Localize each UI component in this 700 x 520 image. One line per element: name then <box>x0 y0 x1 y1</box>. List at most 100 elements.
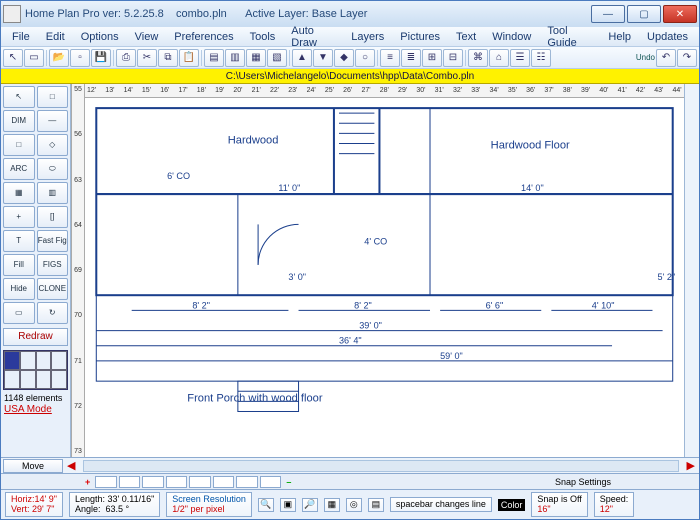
ltool-arc[interactable]: ARC <box>3 158 35 180</box>
ltool-19[interactable]: ▭ <box>3 302 35 324</box>
menu-layers[interactable]: Layers <box>344 30 391 44</box>
ltool-fill[interactable]: Fill <box>3 254 35 276</box>
zoom-out-icon[interactable]: 🔍 <box>258 498 274 512</box>
target-icon[interactable]: ◎ <box>346 498 362 512</box>
tool-b-icon[interactable]: ▥ <box>225 49 245 67</box>
layer-tab-4[interactable] <box>166 476 188 488</box>
layer-tab-7[interactable] <box>236 476 258 488</box>
layer-tab-2[interactable] <box>119 476 141 488</box>
save-icon[interactable]: 💾 <box>91 49 111 67</box>
layer-tab-3[interactable] <box>142 476 164 488</box>
grid-icon[interactable]: ▦ <box>324 498 340 512</box>
tool-i-icon[interactable]: ≡ <box>380 49 400 67</box>
menu-text[interactable]: Text <box>449 30 483 44</box>
layer-tab-1[interactable] <box>95 476 117 488</box>
layer-tab-5[interactable] <box>189 476 211 488</box>
tool-j-icon[interactable]: ≣ <box>401 49 421 67</box>
menu-autodraw[interactable]: Auto Draw <box>284 24 342 50</box>
hint-text: spacebar changes line <box>390 497 492 513</box>
tool-p-icon[interactable]: ☷ <box>531 49 551 67</box>
menu-pictures[interactable]: Pictures <box>393 30 447 44</box>
tool-c-icon[interactable]: ▦ <box>246 49 266 67</box>
zoom-fit-icon[interactable]: ▣ <box>280 498 296 512</box>
misc-icon[interactable]: ▤ <box>368 498 384 512</box>
menu-window[interactable]: Window <box>485 30 538 44</box>
ltool-6[interactable]: ◇ <box>37 134 69 156</box>
open-icon[interactable]: 📂 <box>49 49 69 67</box>
copy-icon[interactable]: ⧉ <box>158 49 178 67</box>
menu-options[interactable]: Options <box>74 30 126 44</box>
tool-h-icon[interactable]: ○ <box>355 49 375 67</box>
ltool-9[interactable]: ▦ <box>3 182 35 204</box>
ltool-ellipse[interactable]: ⬭ <box>37 158 69 180</box>
svg-text:6' 6": 6' 6" <box>486 300 504 310</box>
menu-help[interactable]: Help <box>601 30 638 44</box>
scroll-left-icon[interactable]: ◀ <box>63 459 79 472</box>
layer-tab-6[interactable] <box>213 476 235 488</box>
tool-k-icon[interactable]: ⊞ <box>422 49 442 67</box>
tool-d-icon[interactable]: ▧ <box>267 49 287 67</box>
ltool-fastfig[interactable]: Fast Fig <box>37 230 69 252</box>
paste-icon[interactable]: 📋 <box>179 49 199 67</box>
pointer-icon[interactable]: ↖ <box>3 49 23 67</box>
maximize-button[interactable]: ▢ <box>627 5 661 23</box>
svg-text:Hardwood: Hardwood <box>228 135 279 147</box>
new-icon[interactable]: ▫ <box>70 49 90 67</box>
snap-status[interactable]: Snap is Off 16" <box>531 492 587 518</box>
minus-icon[interactable]: – <box>282 477 295 487</box>
ltool-clone[interactable]: CLONE <box>37 278 69 300</box>
horizontal-scrollbar[interactable] <box>83 460 678 472</box>
minimize-button[interactable]: — <box>591 5 625 23</box>
vertical-scrollbar[interactable] <box>684 84 699 457</box>
tool-l-icon[interactable]: ⊟ <box>443 49 463 67</box>
ltool-5[interactable]: □ <box>3 134 35 156</box>
svg-text:8' 2": 8' 2" <box>192 300 210 310</box>
ltool-hide[interactable]: Hide <box>3 278 35 300</box>
ltool-20[interactable]: ↻ <box>37 302 69 324</box>
menu-tools[interactable]: Tools <box>243 30 283 44</box>
scroll-right-icon[interactable]: ▶ <box>683 459 699 472</box>
snap-settings[interactable]: Snap Settings <box>547 477 619 487</box>
color-palette[interactable] <box>3 350 68 390</box>
zoom-in-icon[interactable]: 🔎 <box>302 498 318 512</box>
menu-preferences[interactable]: Preferences <box>167 30 240 44</box>
menu-updates[interactable]: Updates <box>640 30 695 44</box>
ltool-figs[interactable]: FIGS <box>37 254 69 276</box>
select-rect-icon[interactable]: ▭ <box>24 49 44 67</box>
canvas[interactable]: Hardwood Hardwood Floor 6' CO 4' CO 11' … <box>85 98 684 457</box>
usa-mode[interactable]: USA Mode <box>1 404 70 415</box>
ltool-12[interactable]: [] <box>37 206 69 228</box>
menu-file[interactable]: File <box>5 30 37 44</box>
tool-f-icon[interactable]: ▼ <box>313 49 333 67</box>
tool-o-icon[interactable]: ☰ <box>510 49 530 67</box>
layer-tab-8[interactable] <box>260 476 282 488</box>
main-area: ↖ □ DIM — □ ◇ ARC ⬭ ▦ ▥ + [] T Fast Fig … <box>1 84 699 457</box>
tool-e-icon[interactable]: ▲ <box>292 49 312 67</box>
element-count: 1148 elements <box>1 392 70 404</box>
close-button[interactable]: ✕ <box>663 5 697 23</box>
menu-edit[interactable]: Edit <box>39 30 72 44</box>
redraw-button[interactable]: Redraw <box>3 328 68 346</box>
canvas-wrap: 12'13'14'15'16'17'18'19'20'21'22'23'24'2… <box>85 84 684 457</box>
ltool-pointer[interactable]: ↖ <box>3 86 35 108</box>
ltool-text[interactable]: T <box>3 230 35 252</box>
tool-g-icon[interactable]: ◆ <box>334 49 354 67</box>
menu-view[interactable]: View <box>128 30 166 44</box>
ltool-10[interactable]: ▥ <box>37 182 69 204</box>
tool-n-icon[interactable]: ⌂ <box>489 49 509 67</box>
print-icon[interactable]: ⎙ <box>116 49 136 67</box>
app-icon <box>3 5 21 23</box>
ltool-rect[interactable]: □ <box>37 86 69 108</box>
tool-a-icon[interactable]: ▤ <box>204 49 224 67</box>
color-button[interactable]: Color <box>498 499 526 511</box>
redo-icon[interactable]: ↷ <box>677 49 697 67</box>
move-button[interactable]: Move <box>3 459 63 473</box>
ltool-line[interactable]: — <box>37 110 69 132</box>
menu-toolguide[interactable]: Tool Guide <box>540 24 599 50</box>
undo-icon[interactable]: ↶ <box>656 49 676 67</box>
cut-icon[interactable]: ✂ <box>137 49 157 67</box>
tool-m-icon[interactable]: ⌘ <box>468 49 488 67</box>
ltool-dim[interactable]: DIM <box>3 110 35 132</box>
ltool-11[interactable]: + <box>3 206 35 228</box>
plus-icon[interactable]: + <box>81 477 94 487</box>
